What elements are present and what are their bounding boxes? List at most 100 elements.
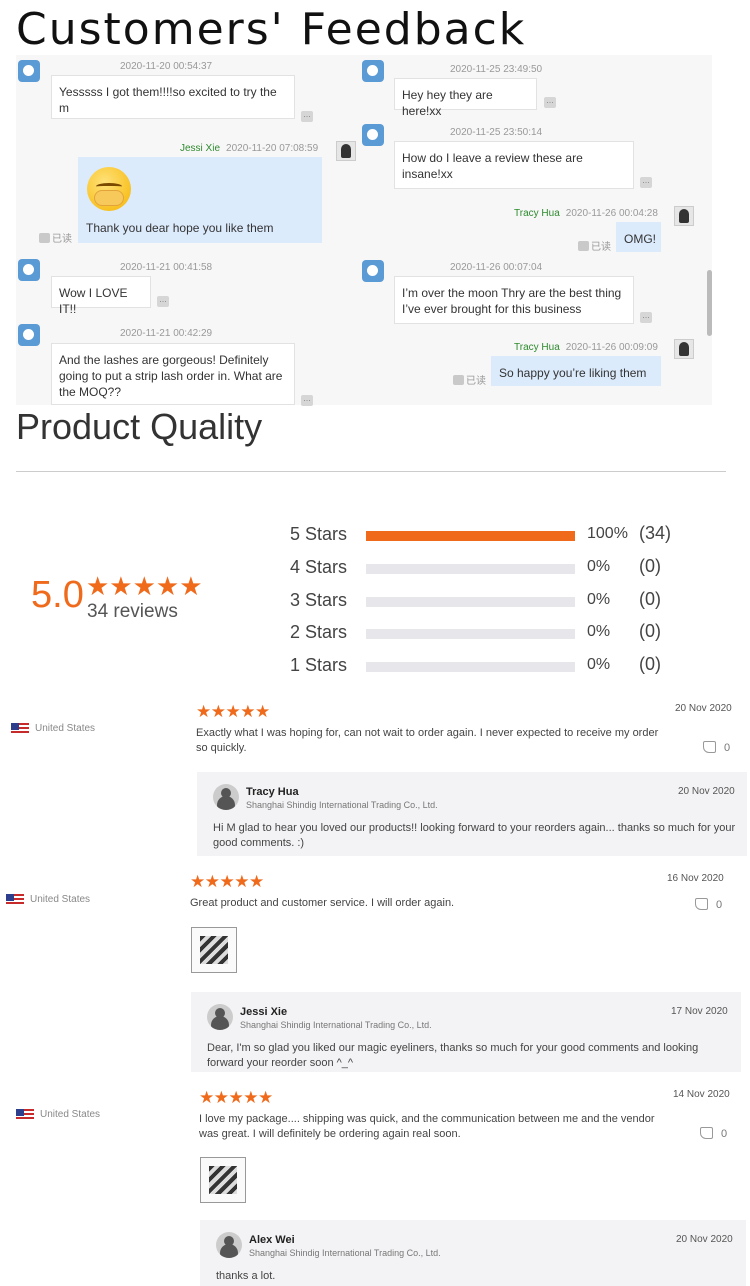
rating-row[interactable]: 5 Stars 100% (34) (290, 523, 690, 546)
reply-text: thanks a lot. (216, 1270, 276, 1282)
chat-time: 2020-11-26 00:04:28 (565, 208, 658, 219)
chat-time: 2020-11-20 07:08:59 (226, 143, 319, 154)
seller-avatar-icon (674, 339, 694, 359)
seller-reply-avatar (207, 1004, 233, 1030)
rating-label: 5 Stars (290, 524, 348, 544)
rating-count: (34) (639, 523, 672, 543)
review-date: 20 Nov 2020 (675, 703, 732, 714)
reply-date: 17 Nov 2020 (671, 1006, 728, 1017)
user-avatar-icon (18, 324, 40, 346)
user-avatar-icon (362, 260, 384, 282)
reply-date: 20 Nov 2020 (678, 786, 735, 797)
us-flag-icon (6, 894, 24, 906)
review-text: Great product and customer service. I wi… (190, 897, 455, 909)
read-receipt: 已读 (453, 372, 486, 387)
chat-message: How do I leave a review these are insane… (394, 141, 634, 189)
chat-timestamp: 2020-11-25 23:49:50 (450, 64, 543, 75)
rating-row[interactable]: 1 Stars 0% (0) (290, 654, 690, 677)
like-button[interactable]: 0 (695, 898, 722, 911)
chat-message: Yesssss I got them!!!!so excited to try … (51, 75, 295, 119)
more-dots-icon[interactable]: … (301, 111, 313, 122)
like-button[interactable]: 0 (703, 741, 730, 754)
rating-row[interactable]: 4 Stars 0% (0) (290, 556, 690, 579)
seller-reply-avatar (213, 784, 239, 810)
review-text: I love my package.... shipping was quick… (199, 1113, 655, 1140)
rating-bar (366, 662, 575, 672)
chat-message-text: Thank you dear hope you like them (86, 221, 274, 235)
like-count: 0 (721, 1128, 728, 1140)
thumbs-up-icon (700, 1127, 713, 1139)
customers-feedback-title: Customers' Feedback (16, 4, 527, 55)
review-stars-icon: ★★★★★ (196, 702, 270, 721)
blushing-emoji-icon (87, 167, 131, 211)
average-stars-icon: ★★★★★ (86, 571, 203, 601)
chat-timestamp: 2020-11-25 23:50:14 (450, 127, 543, 138)
seller-avatar-icon (674, 206, 694, 226)
rating-count: (0) (639, 589, 661, 609)
review-photo[interactable] (191, 927, 237, 973)
reply-date: 20 Nov 2020 (676, 1234, 733, 1245)
more-dots-icon[interactable]: … (544, 97, 556, 108)
chat-timestamp: 2020-11-21 00:42:29 (120, 328, 213, 339)
sender-name: Tracy Hua (514, 208, 560, 219)
review-stars-icon: ★★★★★ (190, 872, 264, 891)
reply-author: Tracy Hua (246, 786, 299, 798)
seller-avatar-icon (336, 141, 356, 161)
reply-company: Shanghai Shindig International Trading C… (249, 1248, 441, 1258)
rating-row[interactable]: 3 Stars 0% (0) (290, 589, 690, 612)
review-country: United States (40, 1109, 101, 1120)
more-dots-icon[interactable]: … (157, 296, 169, 307)
reply-company: Shanghai Shindig International Trading C… (246, 800, 438, 810)
more-dots-icon[interactable]: … (301, 395, 313, 406)
rating-percent: 0% (587, 591, 611, 608)
reply-company: Shanghai Shindig International Trading C… (240, 1020, 432, 1030)
chat-message-mine: OMG! (616, 222, 661, 252)
rating-bar (366, 564, 575, 574)
rating-label: 2 Stars (290, 622, 348, 642)
average-rating: 5.0 (31, 574, 84, 616)
rating-count: (0) (639, 654, 661, 674)
us-flag-icon (11, 723, 29, 735)
chat-message: Wow I LOVE IT!! (51, 276, 151, 316)
reply-author: Jessi Xie (240, 1006, 288, 1018)
chat-timestamp: 2020-11-21 00:41:58 (120, 262, 213, 273)
read-receipt: 已读 (39, 230, 72, 245)
product-quality-title: Product Quality (16, 406, 263, 447)
review-date: 16 Nov 2020 (667, 873, 724, 884)
chat-scrollbar[interactable] (707, 270, 712, 336)
chat-timestamp: 2020-11-26 00:07:04 (450, 262, 543, 273)
review-country: United States (30, 894, 91, 905)
review-photo[interactable] (200, 1157, 246, 1203)
thumbs-up-icon (695, 898, 708, 910)
seller-reply: Jessi Xie Shanghai Shindig International… (191, 992, 741, 1072)
chat-timestamp: 2020-11-20 00:54:37 (120, 61, 213, 72)
rating-count: (0) (639, 556, 661, 576)
rating-bar (366, 597, 575, 607)
more-dots-icon[interactable]: … (640, 312, 652, 323)
like-button[interactable]: 0 (700, 1127, 727, 1140)
chat-message: I’m over the moon Thry are the best thin… (394, 276, 634, 324)
user-avatar-icon (18, 60, 40, 82)
rating-bar (366, 531, 575, 541)
reply-author: Alex Wei (249, 1234, 295, 1246)
rating-label: 3 Stars (290, 590, 348, 610)
reply-text: Dear, I'm so glad you liked our magic ey… (207, 1042, 699, 1069)
user-avatar-icon (362, 60, 384, 82)
rating-percent: 0% (587, 656, 611, 673)
us-flag-icon (16, 1109, 34, 1121)
review-count: 34 reviews (87, 601, 178, 622)
rating-count: (0) (639, 621, 661, 641)
sender-name: Jessi Xie (180, 143, 221, 154)
seller-reply: Tracy Hua Shanghai Shindig International… (197, 772, 747, 856)
review-text: Exactly what I was hoping for, can not w… (196, 727, 659, 754)
user-avatar-icon (18, 259, 40, 281)
rating-percent: 0% (587, 558, 611, 575)
seller-reply: Alex Wei Shanghai Shindig International … (200, 1220, 746, 1286)
seller-reply-avatar (216, 1232, 242, 1258)
divider (16, 471, 726, 472)
chat-panel-right: 2020-11-25 23:49:50 Hey hey they are her… (356, 55, 712, 405)
chat-time: 2020-11-26 00:09:09 (565, 342, 658, 353)
more-dots-icon[interactable]: … (640, 177, 652, 188)
rating-row[interactable]: 2 Stars 0% (0) (290, 621, 690, 644)
like-count: 0 (724, 742, 731, 754)
